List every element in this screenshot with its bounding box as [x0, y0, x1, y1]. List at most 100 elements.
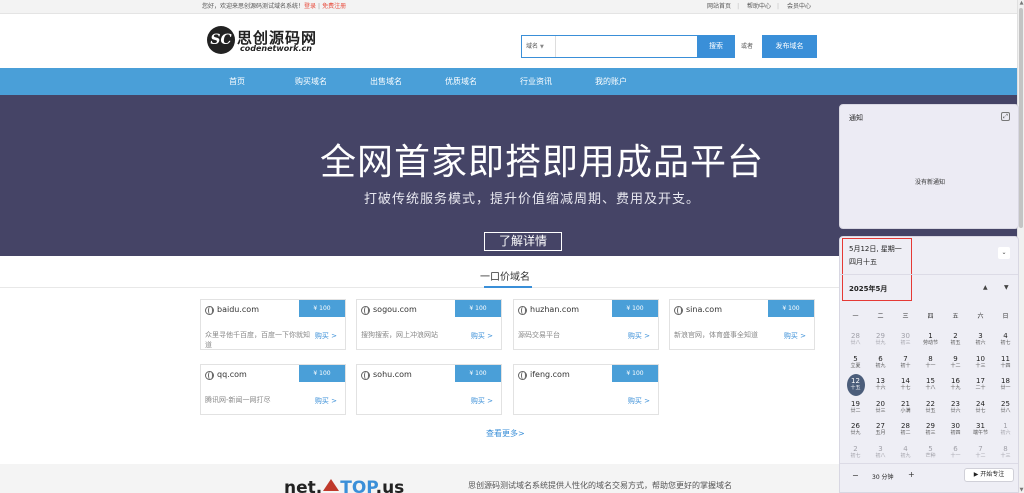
calendar-day[interactable]: 21 小满	[893, 400, 918, 420]
see-more-link[interactable]: 查看更多>	[486, 428, 525, 439]
notification-panel: 通知 ⤢ 没有新通知	[839, 104, 1019, 229]
domain-name[interactable]: sina.com	[686, 305, 722, 314]
price-badge: ¥ 100	[455, 300, 501, 317]
notification-settings-icon[interactable]: ⤢	[1001, 112, 1010, 121]
buy-link[interactable]: 购买 >	[628, 331, 650, 341]
link-help-center[interactable]: 帮助中心	[747, 3, 771, 10]
calendar-day[interactable]: 4 初七	[993, 332, 1018, 352]
start-focus-button[interactable]: ▶ 开始专注	[964, 468, 1014, 482]
nav-industry-news[interactable]: 行业资讯	[520, 68, 552, 95]
publish-domain-button[interactable]: 发布域名	[762, 35, 817, 58]
chevron-down-icon[interactable]: ⌄	[998, 247, 1010, 259]
scroll-up-icon[interactable]: ▲	[1018, 0, 1024, 6]
day-lunar: 廿二	[850, 407, 861, 414]
buy-link[interactable]: 购买 >	[628, 396, 650, 406]
calendar-day[interactable]: 16 十九	[943, 377, 968, 397]
calendar-day[interactable]: 5 芒种	[918, 445, 943, 465]
calendar-day[interactable]: 1 劳动节	[918, 332, 943, 352]
day-number: 5	[853, 354, 858, 363]
calendar-day[interactable]: 6 十一	[943, 445, 968, 465]
register-link[interactable]: 免费注册	[322, 3, 346, 10]
domain-name[interactable]: sohu.com	[373, 370, 412, 379]
day-number: 24	[976, 399, 985, 408]
day-number: 9	[953, 354, 958, 363]
domain-name[interactable]: huzhan.com	[530, 305, 579, 314]
calendar-day[interactable]: 22 廿五	[918, 400, 943, 420]
nav-buy-domain[interactable]: 购买域名	[295, 68, 327, 95]
calendar-day[interactable]: 27 五月	[868, 422, 893, 442]
calendar-day[interactable]: 8 十三	[993, 445, 1018, 465]
site-logo[interactable]: SC 思创源码网 codenetwork.cn	[207, 24, 337, 58]
calendar-day[interactable]: 28 廿八	[843, 332, 868, 352]
partner-logo[interactable]: net. TOP.us	[284, 478, 404, 493]
calendar-day[interactable]: 6 初九	[868, 355, 893, 375]
day-number: 19	[851, 399, 860, 408]
calendar-day[interactable]: 4 初九	[893, 445, 918, 465]
calendar-day[interactable]: 7 十二	[968, 445, 993, 465]
domain-name[interactable]: baidu.com	[217, 305, 259, 314]
domain-name[interactable]: sogou.com	[373, 305, 417, 314]
link-member-center[interactable]: 会员中心	[787, 3, 811, 10]
calendar-day[interactable]: 19 廿二	[843, 400, 868, 420]
calendar-day[interactable]: 5 立夏	[843, 355, 868, 375]
day-number: 30	[901, 332, 910, 340]
day-number: 11	[1001, 354, 1010, 363]
calendar-day[interactable]: 8 十一	[918, 355, 943, 375]
calendar-day[interactable]: 30 初三	[893, 332, 918, 352]
calendar-day[interactable]: 18 廿一	[993, 377, 1018, 397]
calendar-day-today[interactable]: 12 十五	[843, 374, 868, 397]
chevron-down-icon: ▼	[540, 44, 544, 50]
calendar-day[interactable]: 28 初二	[893, 422, 918, 442]
day-lunar: 初二	[900, 430, 911, 436]
scrollbar-thumb[interactable]	[1019, 8, 1023, 228]
calendar-month[interactable]: 2025年5月	[849, 284, 887, 294]
calendar-day[interactable]: 25 廿八	[993, 400, 1018, 420]
decrease-focus-button[interactable]: −	[852, 471, 859, 480]
calendar-day[interactable]: 11 十四	[993, 355, 1018, 375]
calendar-day[interactable]: 2 初七	[843, 445, 868, 465]
calendar-day[interactable]: 29 廿九	[868, 332, 893, 352]
calendar-day[interactable]: 23 廿六	[943, 400, 968, 420]
day-lunar: 初三	[900, 340, 911, 346]
calendar-day[interactable]: 3 初八	[868, 445, 893, 465]
link-site-home[interactable]: 网站首页	[707, 3, 731, 10]
price-badge: ¥ 100	[455, 365, 501, 382]
calendar-day[interactable]: 3 初六	[968, 332, 993, 352]
calendar-day[interactable]: 30 初四	[943, 422, 968, 442]
domain-name[interactable]: ifeng.com	[530, 370, 570, 379]
next-month-icon[interactable]: ▼	[1004, 284, 1009, 291]
learn-more-button[interactable]: 了解详情	[484, 232, 562, 251]
domain-name[interactable]: qq.com	[217, 370, 247, 379]
calendar-day[interactable]: 29 初三	[918, 422, 943, 442]
calendar-day[interactable]: 31 端午节	[968, 422, 993, 442]
increase-focus-button[interactable]: +	[908, 470, 915, 479]
calendar-day[interactable]: 10 十三	[968, 355, 993, 375]
buy-link[interactable]: 购买 >	[315, 396, 337, 406]
nav-premium-domain[interactable]: 优质域名	[445, 68, 477, 95]
nav-sell-domain[interactable]: 出售域名	[370, 68, 402, 95]
buy-link[interactable]: 购买 >	[784, 331, 806, 341]
search-button[interactable]: 搜索	[697, 35, 735, 58]
calendar-day[interactable]: 13 十六	[868, 377, 893, 397]
search-input[interactable]	[557, 36, 695, 57]
calendar-day[interactable]: 15 十八	[918, 377, 943, 397]
day-number: 4	[903, 444, 908, 453]
day-number: 3	[878, 444, 883, 453]
nav-my-account[interactable]: 我的账户	[595, 68, 627, 95]
calendar-day[interactable]: 1 初六	[993, 422, 1018, 442]
buy-link[interactable]: 购买 >	[471, 396, 493, 406]
calendar-day[interactable]: 2 初五	[943, 332, 968, 352]
calendar-day[interactable]: 20 廿三	[868, 400, 893, 420]
calendar-day[interactable]: 17 二十	[968, 377, 993, 397]
buy-link[interactable]: 购买 >	[471, 331, 493, 341]
calendar-day[interactable]: 14 十七	[893, 377, 918, 397]
login-link[interactable]: 登录	[304, 3, 316, 10]
calendar-day[interactable]: 7 初十	[893, 355, 918, 375]
search-type-select[interactable]: 域名 ▼	[522, 36, 556, 57]
nav-home[interactable]: 首页	[229, 68, 245, 95]
buy-link[interactable]: 购买 >	[315, 331, 337, 341]
calendar-day[interactable]: 9 十二	[943, 355, 968, 375]
calendar-day[interactable]: 24 廿七	[968, 400, 993, 420]
calendar-day[interactable]: 26 廿九	[843, 422, 868, 442]
previous-month-icon[interactable]: ▲	[983, 284, 988, 291]
